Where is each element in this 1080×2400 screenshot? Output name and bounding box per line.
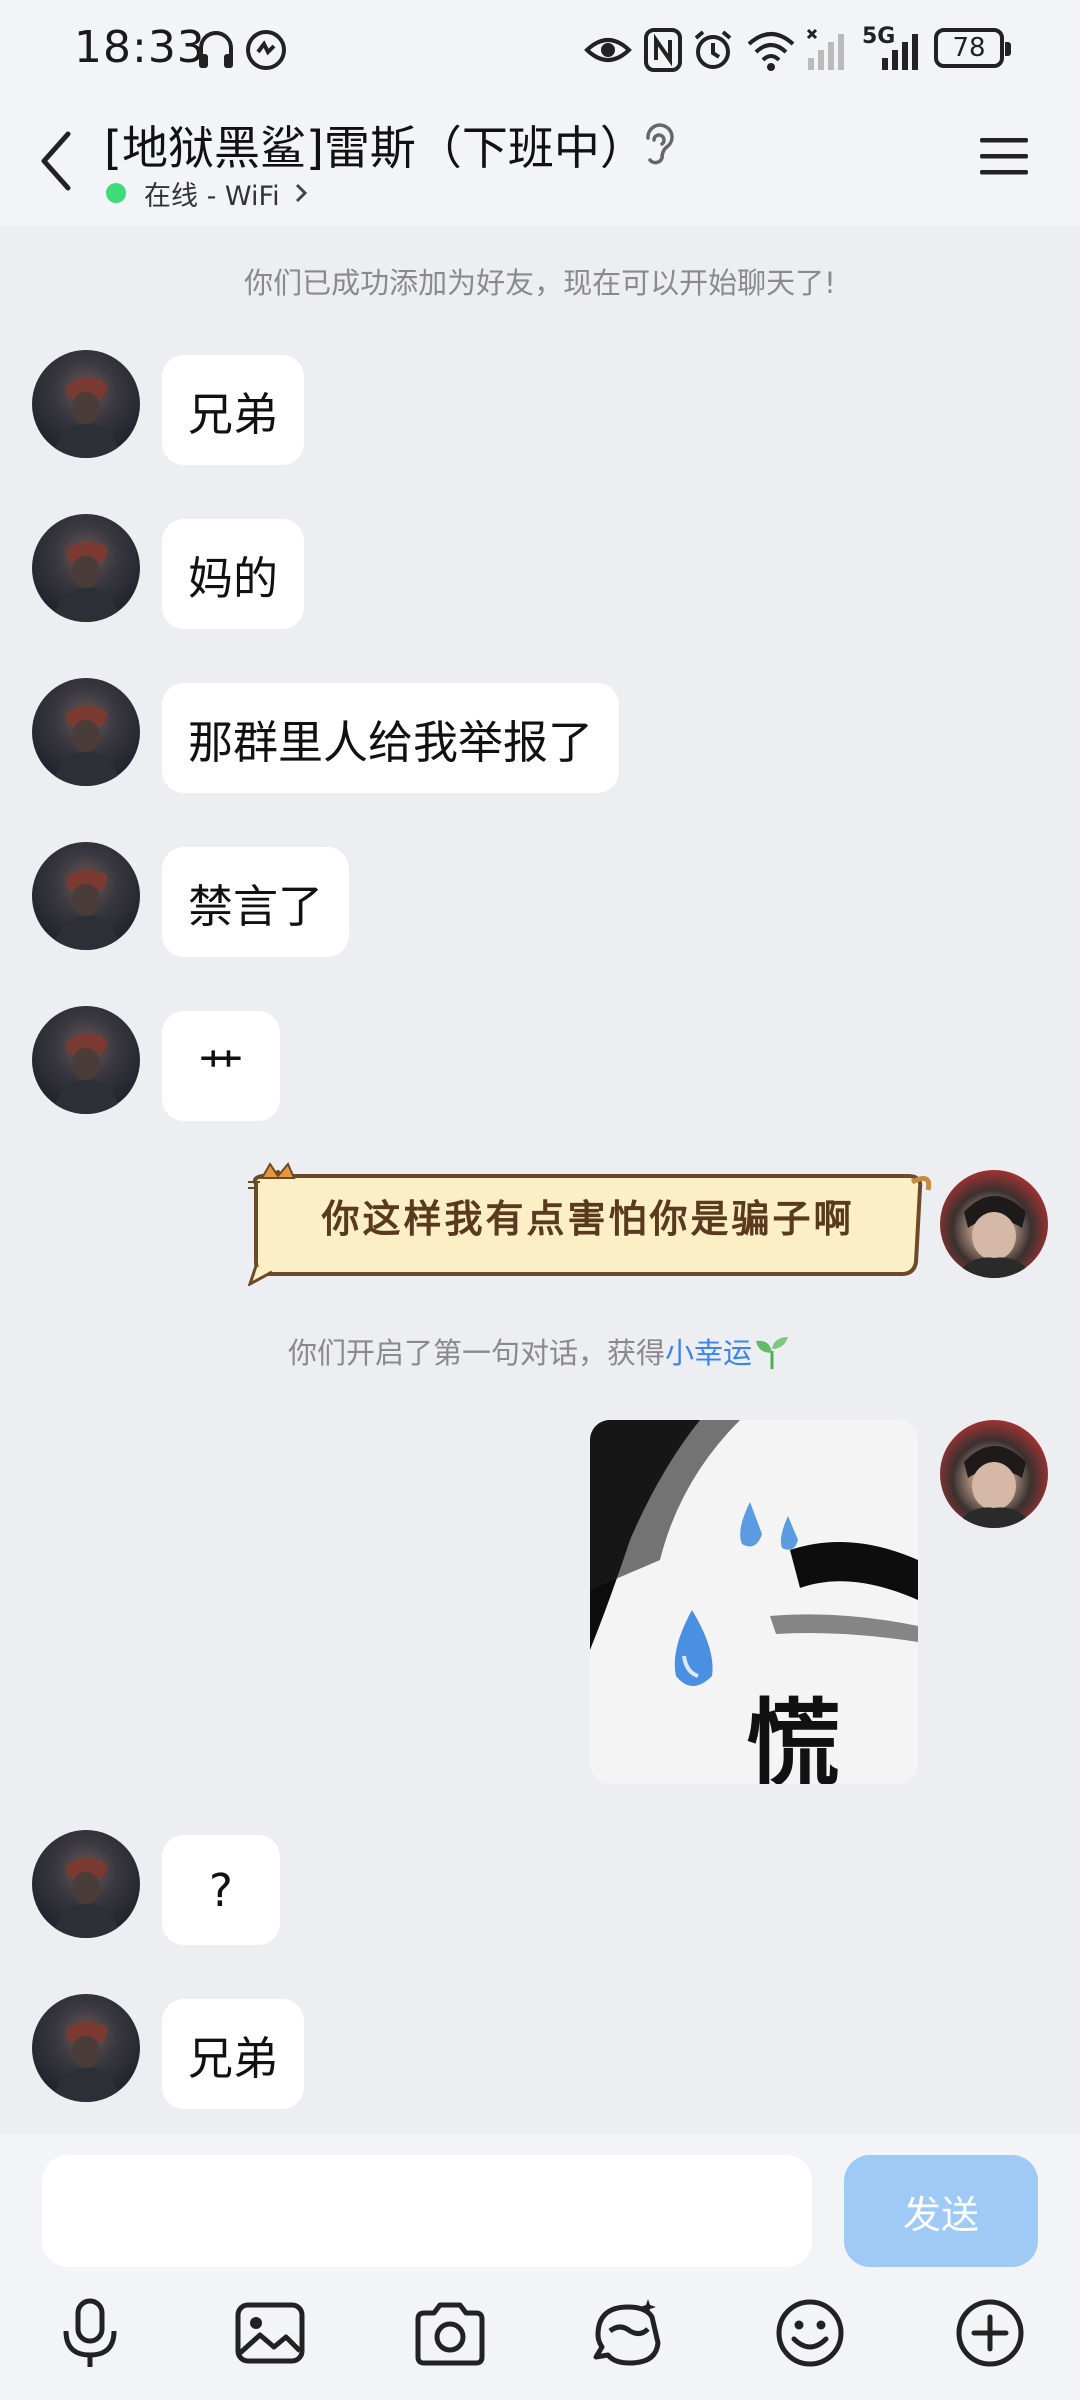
alarm-icon xyxy=(694,30,732,69)
app-badge-icon xyxy=(246,30,286,70)
friend-avatar[interactable] xyxy=(32,350,140,458)
ear-icon[interactable] xyxy=(638,118,678,168)
message-bubble[interactable]: 禁言了 xyxy=(162,847,350,957)
system-notice-text: 你们已成功添加为好友，现在可以开始聊天了! xyxy=(244,266,836,300)
chevron-right-icon xyxy=(295,183,307,203)
friend-avatar[interactable] xyxy=(32,842,140,950)
message-bubble[interactable]: ? xyxy=(162,1835,280,1945)
wifi-icon xyxy=(747,32,795,71)
sprout-icon xyxy=(756,1337,789,1369)
signal-icon xyxy=(806,28,844,70)
message-bubble[interactable]: 那群里人给我举报了 xyxy=(162,683,620,793)
my-avatar[interactable] xyxy=(940,1420,1048,1528)
back-arrow-icon[interactable] xyxy=(32,126,82,196)
signal-icon xyxy=(882,34,918,70)
message-text: ? xyxy=(209,1863,233,1917)
nfc-icon xyxy=(644,28,682,72)
plus-icon[interactable] xyxy=(952,2295,1028,2371)
sticker-face-icon[interactable] xyxy=(590,2295,666,2371)
send-button[interactable]: 发送 xyxy=(844,2155,1038,2267)
image-caption: 慌 xyxy=(746,1690,841,1784)
message-text: 艹 xyxy=(198,1043,244,1097)
status-bar: 18:33 5G 78 xyxy=(0,0,1080,100)
online-indicator xyxy=(106,183,126,203)
system-notice-text: 你们开启了第一句对话，获得 xyxy=(287,1336,665,1370)
message-bubble[interactable]: 艹 xyxy=(162,1011,280,1121)
message-text: 兄弟 xyxy=(188,2031,279,2085)
message-text: 妈的 xyxy=(188,551,279,605)
message-bubble[interactable]: 妈的 xyxy=(162,519,305,629)
online-status[interactable]: 在线 - WiFi xyxy=(106,174,308,212)
image-icon[interactable] xyxy=(232,2295,308,2371)
message-text: 禁言了 xyxy=(188,879,324,933)
chat-header: [地狱黑鲨]雷斯（下班中） 在线 - WiFi xyxy=(0,100,1080,226)
system-notice: 你们已成功添加为好友，现在可以开始聊天了! xyxy=(0,260,1080,302)
friend-avatar[interactable] xyxy=(32,678,140,786)
friend-avatar[interactable] xyxy=(32,1994,140,2102)
message-bubble[interactable]: 兄弟 xyxy=(162,1999,305,2109)
friend-avatar[interactable] xyxy=(32,1006,140,1114)
message-text: 那群里人给我举报了 xyxy=(188,715,594,769)
sticker-text: 你这样我有点害怕你是骗子啊 xyxy=(321,1196,855,1241)
eye-icon xyxy=(584,38,632,62)
online-status-label: 在线 - WiFi xyxy=(144,180,280,212)
battery-icon: 78 xyxy=(934,28,1011,68)
chat-screen: 18:33 5G 78 [地狱黑鲨]雷斯（下班中） 在线 - WiFi 你们已成… xyxy=(0,0,1080,2400)
message-input[interactable] xyxy=(42,2155,812,2267)
emoji-icon[interactable] xyxy=(772,2295,848,2371)
image-message[interactable]: 慌 xyxy=(590,1420,918,1784)
camera-icon[interactable] xyxy=(412,2295,488,2371)
contact-name[interactable]: [地狱黑鲨]雷斯（下班中） xyxy=(104,112,646,178)
message-bubble[interactable]: 兄弟 xyxy=(162,355,305,465)
system-notice: 你们开启了第一句对话，获得小幸运 xyxy=(0,1330,1080,1372)
microphone-icon[interactable] xyxy=(52,2295,128,2371)
headphones-icon xyxy=(199,31,233,68)
battery-level: 78 xyxy=(952,33,986,63)
message-text: 兄弟 xyxy=(188,387,279,441)
input-bar: 发送 xyxy=(0,2135,1080,2400)
sticker-text-bubble[interactable]: 你这样我有点害怕你是骗子啊 xyxy=(248,1162,932,1286)
my-avatar[interactable] xyxy=(940,1170,1048,1278)
menu-icon[interactable] xyxy=(978,134,1030,178)
friend-avatar[interactable] xyxy=(32,1830,140,1938)
friend-avatar[interactable] xyxy=(32,514,140,622)
lucky-link[interactable]: 小幸运 xyxy=(665,1336,752,1370)
status-time: 18:33 xyxy=(74,22,206,73)
